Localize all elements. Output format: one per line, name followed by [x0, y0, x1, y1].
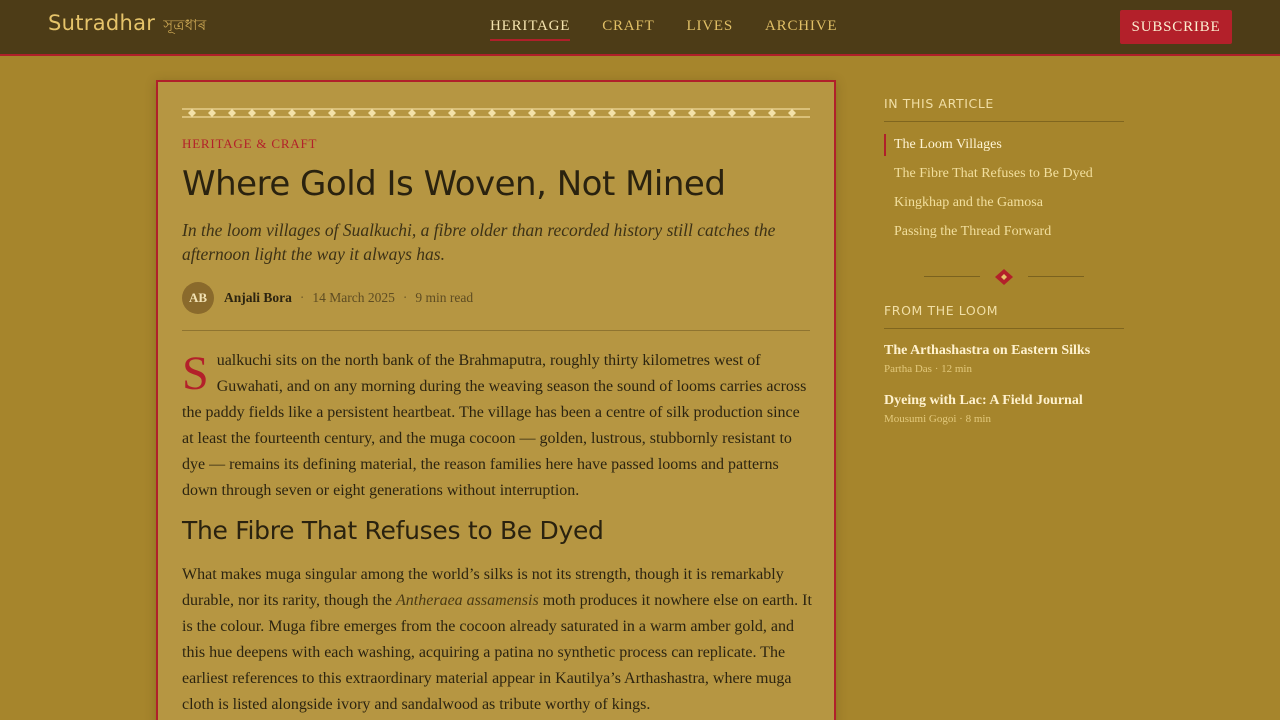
ornament-diamond	[348, 109, 356, 117]
ornament-diamond	[508, 109, 516, 117]
ornament-diamond	[248, 109, 256, 117]
ornament-diamond	[588, 109, 596, 117]
site-logo[interactable]: Sutradhar সূত্ৰধাৰ	[48, 11, 207, 39]
diamond-icon	[995, 269, 1013, 285]
related-meta: Mousumi Gogoi · 8 min	[884, 413, 991, 425]
paragraph-text: ualkuchi sits on the north bank of the B…	[182, 352, 807, 499]
ornament-diamond	[328, 109, 336, 117]
related-heading: FROM THE LOOM	[884, 303, 1124, 329]
toc-item-thread-forward[interactable]: Passing the Thread Forward	[884, 221, 1124, 243]
site-name-native: সূত্ৰধাৰ	[163, 16, 207, 34]
ornament-diamond	[488, 109, 496, 117]
meta-separator: ·	[299, 290, 305, 305]
ornament-diamond	[708, 109, 716, 117]
avatar[interactable]: AB	[182, 282, 214, 314]
sidebar-divider	[884, 267, 1124, 287]
ornament-diamond	[608, 109, 616, 117]
ornament-diamond	[748, 109, 756, 117]
main-nav: HERITAGE CRAFT LIVES ARCHIVE	[490, 18, 837, 41]
ornament-diamond	[548, 109, 556, 117]
ornament-diamond	[648, 109, 656, 117]
diamond-border-ornament-icon	[182, 108, 810, 118]
article-paragraph: What makes muga singular among the world…	[182, 562, 814, 718]
toc-heading: IN THIS ARTICLE	[884, 96, 1124, 122]
ornament-diamond	[668, 109, 676, 117]
drop-cap: S	[182, 347, 209, 400]
subscribe-button[interactable]: SUBSCRIBE	[1120, 10, 1232, 44]
ornament-diamond	[308, 109, 316, 117]
ornament-diamond	[528, 109, 536, 117]
ornament-diamond	[468, 109, 476, 117]
species-name: Antheraea assamensis	[396, 592, 539, 609]
related-meta: Partha Das · 12 min	[884, 363, 972, 375]
ornament-diamond	[208, 109, 216, 117]
ornament-diamond	[768, 109, 776, 117]
article-kicker[interactable]: HERITAGE & CRAFT	[182, 136, 317, 152]
ornament-diamond	[288, 109, 296, 117]
nav-item-heritage[interactable]: HERITAGE	[490, 18, 571, 41]
article-dek: In the loom villages of Sualkuchi, a fib…	[182, 220, 776, 264]
related-list: The Arthashastra on Eastern Silks Partha…	[884, 341, 1124, 425]
ornament-diamond	[448, 109, 456, 117]
meta-separator: ·	[402, 290, 408, 305]
toc-item-fibre[interactable]: The Fibre That Refuses to Be Dyed	[884, 163, 1124, 185]
sidebar: IN THIS ARTICLE The Loom Villages The Fi…	[884, 96, 1124, 441]
toc-item-kingkhap[interactable]: Kingkhap and the Gamosa	[884, 192, 1124, 214]
table-of-contents: The Loom Villages The Fibre That Refuses…	[884, 134, 1124, 243]
paragraph-text: moth produces it nowhere else on earth. …	[182, 592, 812, 713]
article-card: HERITAGE & CRAFT Where Gold Is Woven, No…	[156, 80, 836, 720]
related-article[interactable]: The Arthashastra on Eastern Silks Partha…	[884, 341, 1124, 375]
article-paragraph: Sualkuchi sits on the north bank of the …	[182, 348, 814, 504]
ornament-diamond	[428, 109, 436, 117]
ornament-diamond	[388, 109, 396, 117]
ornament-diamond	[628, 109, 636, 117]
read-time: 9 min read	[415, 290, 474, 305]
ornament-diamond	[268, 109, 276, 117]
related-title[interactable]: The Arthashastra on Eastern Silks	[884, 341, 1124, 361]
ornament-diamond	[568, 109, 576, 117]
publish-date: 14 March 2025	[312, 290, 395, 305]
ornament-diamond	[188, 109, 196, 117]
related-title[interactable]: Dyeing with Lac: A Field Journal	[884, 391, 1124, 411]
divider-line	[1028, 276, 1084, 277]
section-heading: The Fibre That Refuses to Be Dyed	[182, 516, 604, 545]
nav-item-lives[interactable]: LIVES	[687, 18, 734, 41]
nav-item-archive[interactable]: ARCHIVE	[765, 18, 837, 41]
toc-item-loom-villages[interactable]: The Loom Villages	[884, 134, 1124, 156]
ornament-diamond	[688, 109, 696, 117]
divider	[182, 330, 810, 331]
nav-item-craft[interactable]: CRAFT	[602, 18, 654, 41]
ornament-diamond	[788, 109, 796, 117]
divider-line	[924, 276, 980, 277]
top-navigation-bar: Sutradhar সূত্ৰধাৰ HERITAGE CRAFT LIVES …	[0, 0, 1280, 56]
ornament-diamond	[728, 109, 736, 117]
related-article[interactable]: Dyeing with Lac: A Field Journal Mousumi…	[884, 391, 1124, 425]
article-title: Where Gold Is Woven, Not Mined	[182, 164, 726, 204]
site-name: Sutradhar	[48, 11, 156, 35]
byline: AB Anjali Bora · 14 March 2025 · 9 min r…	[182, 282, 473, 314]
ornament-diamond	[408, 109, 416, 117]
ornament-diamond	[228, 109, 236, 117]
ornament-diamond	[368, 109, 376, 117]
author-name[interactable]: Anjali Bora	[224, 290, 292, 306]
